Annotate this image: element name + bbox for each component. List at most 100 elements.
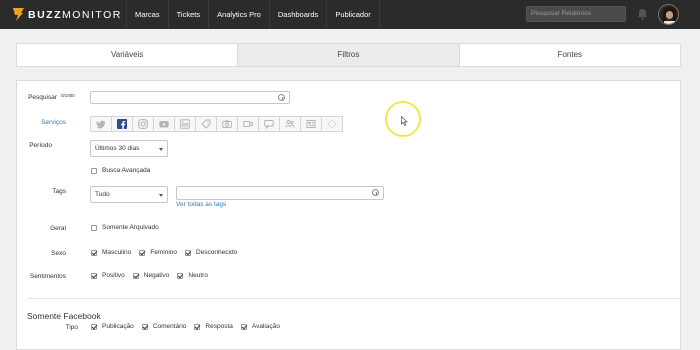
chevron-down-icon bbox=[159, 148, 163, 151]
type-option-publicacao[interactable]: Publicação bbox=[91, 323, 134, 330]
neutro-checkbox[interactable] bbox=[177, 272, 184, 279]
publicacao-label: Publicação bbox=[102, 323, 134, 330]
service-chat[interactable] bbox=[258, 116, 280, 132]
service-more[interactable] bbox=[321, 116, 343, 132]
masculino-checkbox[interactable] bbox=[91, 249, 97, 256]
mouse-cursor-icon bbox=[401, 116, 408, 126]
camera-icon bbox=[222, 120, 232, 128]
service-video[interactable] bbox=[237, 116, 259, 132]
negativo-label: Negativo bbox=[143, 272, 170, 279]
nav-item-analytics-pro[interactable]: Analytics Pro bbox=[208, 0, 269, 29]
gender-option-desconhecido[interactable]: Desconhecido bbox=[185, 249, 237, 256]
nav-item-marcas[interactable]: Marcas bbox=[126, 0, 168, 29]
type-option-resposta[interactable]: Resposta bbox=[194, 323, 233, 330]
info-icon[interactable] bbox=[278, 94, 285, 101]
tab-fontes[interactable]: Fontes bbox=[460, 44, 680, 66]
neutro-label: Neutro bbox=[188, 272, 208, 279]
service-facebook[interactable] bbox=[111, 116, 133, 132]
service-linkedin[interactable] bbox=[174, 116, 196, 132]
tab-filtros[interactable]: Filtros bbox=[238, 44, 460, 66]
publicacao-checkbox[interactable] bbox=[91, 323, 97, 330]
resposta-checkbox[interactable] bbox=[194, 323, 201, 330]
service-photo[interactable] bbox=[216, 116, 238, 132]
search-label: Pesquisar bbox=[28, 94, 57, 101]
youtube-icon bbox=[159, 121, 169, 128]
facebook-type-options: Publicação Comentário Resposta Avaliação bbox=[91, 323, 288, 330]
tag-icon bbox=[201, 119, 211, 129]
resposta-label: Resposta bbox=[205, 323, 233, 330]
report-tabs: Variáveis Filtros Fontes bbox=[16, 43, 681, 67]
bell-icon[interactable] bbox=[637, 8, 648, 20]
more-icon bbox=[328, 120, 336, 128]
nav-item-publicador[interactable]: Publicador bbox=[326, 0, 380, 29]
main-nav: Marcas Tickets Analytics Pro Dashboards … bbox=[126, 0, 380, 29]
period-select-value: Últimos 30 dias bbox=[95, 145, 140, 152]
chat-icon bbox=[264, 120, 274, 129]
tags-select[interactable]: Tudo bbox=[90, 186, 168, 203]
masculino-label: Masculino bbox=[102, 249, 132, 256]
nav-item-tickets[interactable]: Tickets bbox=[167, 0, 208, 29]
search-query-input[interactable] bbox=[90, 91, 290, 104]
gender-option-feminino[interactable]: Feminino bbox=[139, 249, 177, 256]
tags-input[interactable] bbox=[176, 186, 384, 200]
search-char-count: 0/1000 bbox=[61, 93, 75, 98]
gender-options: Masculino Feminino Desconhecido bbox=[91, 249, 245, 256]
news-icon bbox=[306, 120, 316, 128]
archived-only-option[interactable]: Somente Arquivado bbox=[91, 224, 159, 231]
people-icon bbox=[285, 120, 295, 128]
sentiment-option-neutro[interactable]: Neutro bbox=[177, 272, 208, 279]
tab-variaveis[interactable]: Variáveis bbox=[17, 44, 239, 66]
nav-item-dashboards[interactable]: Dashboards bbox=[268, 0, 326, 29]
sentiment-option-positivo[interactable]: Positivo bbox=[91, 272, 125, 279]
advanced-search-option[interactable]: Busca Avançada bbox=[91, 167, 150, 174]
positivo-checkbox[interactable] bbox=[91, 272, 97, 279]
general-label: Geral bbox=[50, 225, 66, 232]
service-twitter[interactable] bbox=[90, 116, 112, 132]
buzzmonitor-logo[interactable]: BUZZMONITOR bbox=[12, 6, 122, 23]
section-divider bbox=[27, 298, 680, 299]
type-option-comentario[interactable]: Comentário bbox=[141, 323, 187, 330]
facebook-type-label: Tipo bbox=[65, 324, 78, 331]
service-tag[interactable] bbox=[195, 116, 217, 132]
user-avatar[interactable] bbox=[658, 4, 679, 25]
period-select[interactable]: Últimos 30 dias bbox=[90, 140, 168, 157]
service-news[interactable] bbox=[300, 116, 322, 132]
tags-label: Tags bbox=[52, 188, 66, 195]
chevron-down-icon bbox=[159, 194, 163, 197]
sentiment-option-negativo[interactable]: Negativo bbox=[132, 272, 170, 279]
type-option-avaliacao[interactable]: Avaliação bbox=[240, 323, 280, 330]
desconhecido-label: Desconhecido bbox=[196, 249, 238, 256]
twitter-icon bbox=[96, 120, 105, 129]
comentario-label: Comentário bbox=[152, 323, 187, 330]
gender-label: Sexo bbox=[51, 250, 66, 257]
services-label[interactable]: Serviços bbox=[16, 119, 66, 126]
top-navigation-bar: BUZZMONITOR Marcas Tickets Analytics Pro… bbox=[0, 0, 700, 29]
desconhecido-checkbox[interactable] bbox=[185, 249, 191, 256]
advanced-search-label: Busca Avançada bbox=[102, 167, 151, 174]
comentario-checkbox[interactable] bbox=[141, 323, 148, 330]
feminino-checkbox[interactable] bbox=[139, 249, 146, 256]
linkedin-icon bbox=[180, 119, 190, 129]
facebook-icon bbox=[117, 119, 127, 129]
service-instagram[interactable] bbox=[132, 116, 154, 132]
avaliacao-checkbox[interactable] bbox=[240, 323, 247, 330]
sentiment-label: Sentimentos bbox=[29, 273, 66, 280]
avatar-photo-icon bbox=[659, 5, 678, 24]
sentiment-options: Positivo Negativo Neutro bbox=[91, 272, 216, 279]
logo-mark-icon bbox=[13, 8, 24, 21]
gender-option-masculino[interactable]: Masculino bbox=[91, 249, 131, 256]
report-search-input[interactable]: Pesquisar Relatórios bbox=[526, 6, 626, 22]
positivo-label: Positivo bbox=[102, 272, 125, 279]
service-youtube[interactable] bbox=[153, 116, 175, 132]
tags-select-value: Tudo bbox=[95, 191, 110, 198]
instagram-icon bbox=[138, 119, 148, 129]
advanced-search-checkbox[interactable] bbox=[91, 167, 97, 174]
archived-only-checkbox[interactable] bbox=[91, 224, 97, 231]
facebook-section-title: Somente Facebook bbox=[27, 311, 101, 321]
info-icon[interactable] bbox=[372, 189, 379, 196]
negativo-checkbox[interactable] bbox=[132, 272, 139, 279]
service-people[interactable] bbox=[279, 116, 301, 132]
period-label: Período bbox=[29, 142, 52, 149]
view-all-tags-link[interactable]: Ver todas as tags bbox=[176, 201, 226, 208]
logo-text: BUZZMONITOR bbox=[28, 8, 122, 21]
